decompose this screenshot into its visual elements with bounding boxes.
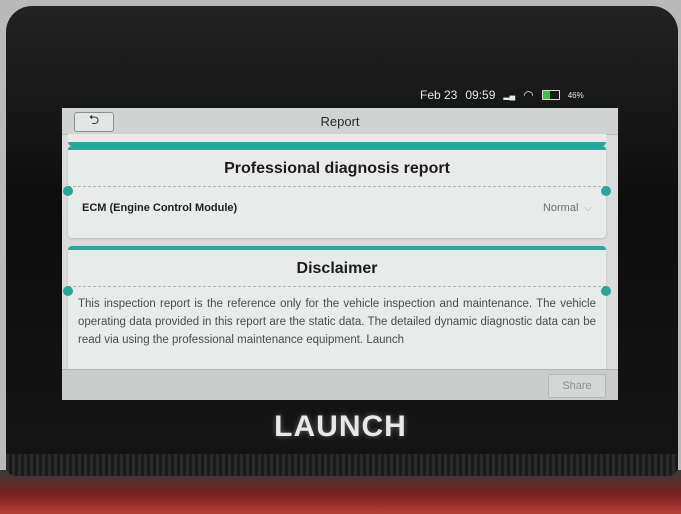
card-connector-dot [601,186,611,196]
status-date: Feb 23 [420,88,458,102]
status-time: 09:59 [465,88,496,102]
status-text: Normal [542,202,579,214]
wifi-icon: ◠ [523,88,534,102]
bezel-grille [6,454,678,476]
diagnosis-card: Professional diagnosis report ECM (Engin… [63,146,611,238]
disclaimer-heading: Disclaimer [68,250,606,287]
bottom-bar: Share [62,369,618,400]
report-screen: ⮌ Report Professional diagnosis report E… [62,108,618,400]
back-button[interactable]: ⮌ [74,112,114,132]
diagnosis-heading: Professional diagnosis report [68,150,606,187]
diagnosis-item-status: Normal ⌵ [543,202,592,214]
card-connector-dot [63,286,73,296]
status-bar: Feb 23 09:59 ▂▄ ◠ 46% [420,86,610,104]
disclaimer-text: This inspection report is the reference … [78,298,596,346]
share-button[interactable]: Share [548,374,606,398]
previous-card-edge [68,134,606,146]
page-title: Report [320,113,360,129]
diagnosis-item-label: ECM (Engine Control Module) [82,202,238,214]
title-bar: ⮌ Report [62,108,618,135]
card-connector-dot [601,286,611,296]
signal-icon: ▂▄ [503,90,516,100]
device-brand-logo: LAUNCH [274,410,407,443]
device-rim [0,470,681,514]
diagnosis-item-ecm[interactable]: ECM (Engine Control Module) Normal ⌵ [68,187,606,229]
card-connector-dot [63,186,73,196]
back-arrow-icon: ⮌ [88,112,100,127]
chevron-down-icon[interactable]: ⌵ [584,203,592,214]
battery-percent: 46% [567,90,584,100]
battery-icon [541,90,560,100]
